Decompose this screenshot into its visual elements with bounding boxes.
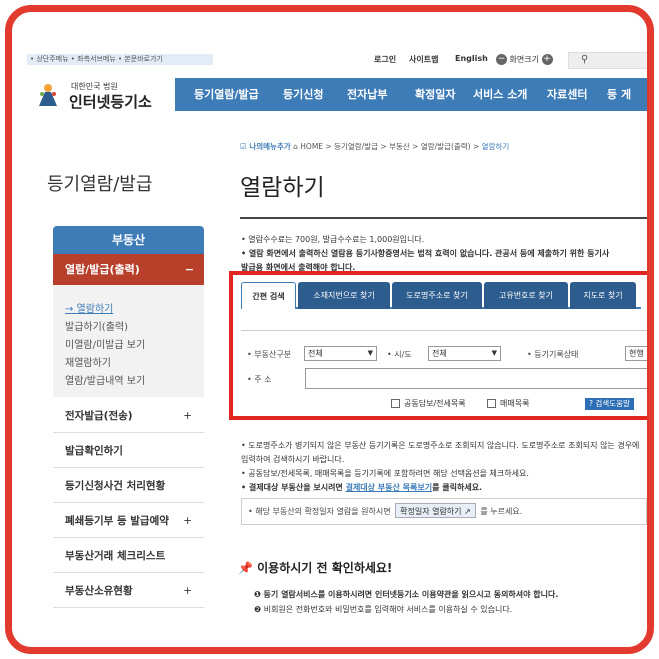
sidebar-item-label: 열람/발급(출력) bbox=[65, 263, 140, 276]
sidebar-item-closed-reservation[interactable]: 폐쇄등기부 등 발급예약 + bbox=[53, 504, 204, 538]
sidebar-item-view-issue[interactable]: 열람/발급(출력) − bbox=[53, 254, 204, 285]
page-title: 열람하기 bbox=[240, 175, 325, 201]
zoom-label: 화면크기 bbox=[509, 55, 539, 64]
sidebar-item-label: 폐쇄등기부 등 발급예약 bbox=[65, 515, 169, 527]
joint-collateral-checkbox[interactable]: 공동담보/전세목록 bbox=[391, 398, 466, 409]
nav-item-issue[interactable]: 등기열람/발급 bbox=[194, 78, 259, 111]
logo-title[interactable]: 인터넷등기소 bbox=[69, 91, 152, 112]
tab-lot-address[interactable]: 소재지번으로 찾기 bbox=[298, 282, 390, 309]
sidebar-item-label: 전자발급(전송) bbox=[65, 410, 133, 422]
address-label: • 주 소 bbox=[247, 375, 272, 384]
search-tabs: 간편 검색 소재지번으로 찾기 도로명주소로 찾기 고유번호로 찾기 지도로 찾… bbox=[241, 282, 641, 309]
sale-list-checkbox[interactable]: 매매목록 bbox=[487, 398, 529, 409]
nav-item-fixed-date[interactable]: 확정일자 bbox=[415, 78, 455, 111]
lower-note-collateral: • 공동담보/전세목록, 매매목록을 등기기록에 포함하려면 해당 선택옵션을 … bbox=[241, 469, 529, 478]
nav-item-more[interactable]: 등 게 bbox=[607, 78, 631, 111]
english-link[interactable]: English bbox=[455, 54, 488, 63]
title-divider bbox=[240, 217, 647, 219]
nav-item-resources[interactable]: 자료센터 bbox=[547, 78, 587, 111]
property-type-select[interactable]: 전체 ▼ bbox=[304, 346, 377, 361]
record-status-select[interactable]: 현행 bbox=[625, 346, 647, 361]
sidebar-item-label: 발급확인하기 bbox=[65, 445, 123, 457]
sidebar-submenu: → 열람하기 발급하기(출력) 미열람/미발급 보기 재열람하기 열람/발급내역… bbox=[53, 285, 204, 397]
bottom-note-nonmember: ❷ 비회원은 전화번호와 비밀번호를 입력해야 서비스를 이용하실 수 있습니다… bbox=[254, 605, 513, 614]
confirm-heading: 📌 이용하시기 전 확인하세요! bbox=[238, 561, 393, 575]
collapse-icon[interactable]: − bbox=[185, 254, 194, 285]
expand-icon[interactable]: + bbox=[183, 399, 192, 433]
search-help-button[interactable]: ? 검색도움말 bbox=[585, 398, 634, 410]
sitemap-link[interactable]: 사이트맵 bbox=[409, 54, 438, 65]
breadcrumb-current: 열람하기 bbox=[481, 142, 510, 151]
highlight-frame: • 상단주메뉴 • 좌측서브메뉴 • 본문바로가기 로그인 사이트맵 Engli… bbox=[5, 5, 654, 654]
sido-select[interactable]: 전체 ▼ bbox=[428, 346, 501, 361]
submenu-unviewed[interactable]: 미열람/미발급 보기 bbox=[65, 336, 145, 351]
zoom-out-icon[interactable]: − bbox=[496, 54, 507, 65]
fixed-date-view-button[interactable]: 확정일자 열람하기 ↗ bbox=[395, 503, 476, 518]
notice-fee: • 열람수수료는 700원, 발급수수료는 1,000원입니다. bbox=[241, 235, 425, 244]
nav-item-payment[interactable]: 전자납부 bbox=[347, 78, 387, 111]
pin-icon: 📌 bbox=[238, 561, 253, 575]
submenu-view[interactable]: → 열람하기 bbox=[65, 300, 113, 315]
tab-simple-search[interactable]: 간편 검색 bbox=[241, 282, 296, 309]
sidebar-item-e-issue[interactable]: 전자발급(전송) + bbox=[53, 399, 204, 433]
chevron-down-icon: ▼ bbox=[491, 349, 497, 357]
lower-note-road: • 도로명주소가 병기되지 않은 부동산 등기기록은 도로명주소로 조회되지 않… bbox=[241, 441, 640, 450]
sidebar-item-label: 등기신청사건 처리현황 bbox=[65, 480, 166, 492]
expand-icon[interactable]: + bbox=[183, 574, 192, 608]
notice-legal: • 열람 화면에서 출력하신 열람용 등기사항증명서는 법적 효력이 없습니다.… bbox=[241, 249, 610, 258]
login-link[interactable]: 로그인 bbox=[374, 54, 396, 65]
lower-note-road-cont: 입력하여 검색하시기 바랍니다. bbox=[241, 455, 345, 464]
breadcrumb: ☑ 나의메뉴추가 ⌂ HOME > 등기열람/발급 > 부동산 > 열람/발급(… bbox=[240, 141, 509, 152]
sidebar-item-status[interactable]: 등기신청사건 처리현황 bbox=[53, 469, 204, 503]
fixed-date-infobox: • 해당 부동산의 확정일자 열람을 원하시면 확정일자 열람하기 ↗ 를 누르… bbox=[241, 498, 647, 525]
home-icon[interactable]: ⌂ bbox=[293, 142, 298, 151]
bottom-note-terms: ❶ 등기 열람서비스를 이용하시려면 인터넷등기소 이용약관을 읽으시고 동의하… bbox=[254, 590, 559, 599]
sidebar-item-checklist[interactable]: 부동산거래 체크리스트 bbox=[53, 539, 204, 573]
chevron-down-icon: ▼ bbox=[367, 349, 373, 357]
breadcrumb-path[interactable]: HOME > 등기열람/발급 > 부동산 > 열람/발급(출력) > bbox=[300, 142, 479, 151]
submenu-review[interactable]: 재열람하기 bbox=[65, 354, 111, 369]
nav-item-service[interactable]: 서비스 소개 bbox=[473, 78, 527, 111]
sidebar-item-ownership[interactable]: 부동산소유현황 + bbox=[53, 574, 204, 608]
tab-road-address[interactable]: 도로명주소로 찾기 bbox=[392, 282, 482, 309]
page: • 상단주메뉴 • 좌측서브메뉴 • 본문바로가기 로그인 사이트맵 Engli… bbox=[12, 12, 647, 647]
main-nav: 등기열람/발급 등기신청 전자납부 확정일자 서비스 소개 자료센터 등 게 bbox=[175, 78, 647, 111]
sidebar-item-label: 부동산거래 체크리스트 bbox=[65, 550, 166, 562]
sidebar-tab-realestate[interactable]: 부동산 bbox=[53, 226, 204, 254]
submenu-history[interactable]: 열람/발급내역 보기 bbox=[65, 372, 145, 387]
address-input[interactable] bbox=[305, 368, 647, 389]
property-type-label: • 부동산구분 bbox=[247, 350, 292, 359]
lower-note-payment: • 결제대상 부동산을 보시려면 결제대상 부동산 목록보기를 클릭하세요. bbox=[241, 483, 483, 492]
sido-label: • 시/도 bbox=[387, 350, 412, 359]
tab-unique-number[interactable]: 고유번호로 찾기 bbox=[484, 282, 568, 309]
sidebar-title: 등기열람/발급 bbox=[47, 174, 153, 195]
expand-icon[interactable]: + bbox=[183, 504, 192, 538]
nav-item-apply[interactable]: 등기신청 bbox=[283, 78, 323, 111]
payment-list-link[interactable]: 결제대상 부동산 목록보기 bbox=[346, 483, 433, 492]
skip-links[interactable]: • 상단주메뉴 • 좌측서브메뉴 • 본문바로가기 bbox=[27, 54, 213, 65]
sidebar-item-label: 부동산소유현황 bbox=[65, 585, 133, 597]
court-logo-icon bbox=[39, 84, 57, 106]
zoom-in-icon[interactable]: + bbox=[541, 54, 553, 65]
search-input[interactable]: ⚲ bbox=[568, 52, 647, 69]
search-form: • 부동산구분 전체 ▼ • 시/도 전체 ▼ • 등기기록상태 현행 • 주 소 … bbox=[241, 330, 647, 414]
my-menu-add-link[interactable]: ☑ 나의메뉴추가 bbox=[240, 142, 291, 151]
submenu-issue[interactable]: 발급하기(출력) bbox=[65, 318, 128, 333]
tab-map[interactable]: 지도로 찾기 bbox=[570, 282, 636, 309]
search-icon[interactable]: ⚲ bbox=[581, 54, 588, 65]
record-status-label: • 등기기록상태 bbox=[527, 350, 579, 359]
sidebar-item-verify[interactable]: 발급확인하기 bbox=[53, 434, 204, 468]
